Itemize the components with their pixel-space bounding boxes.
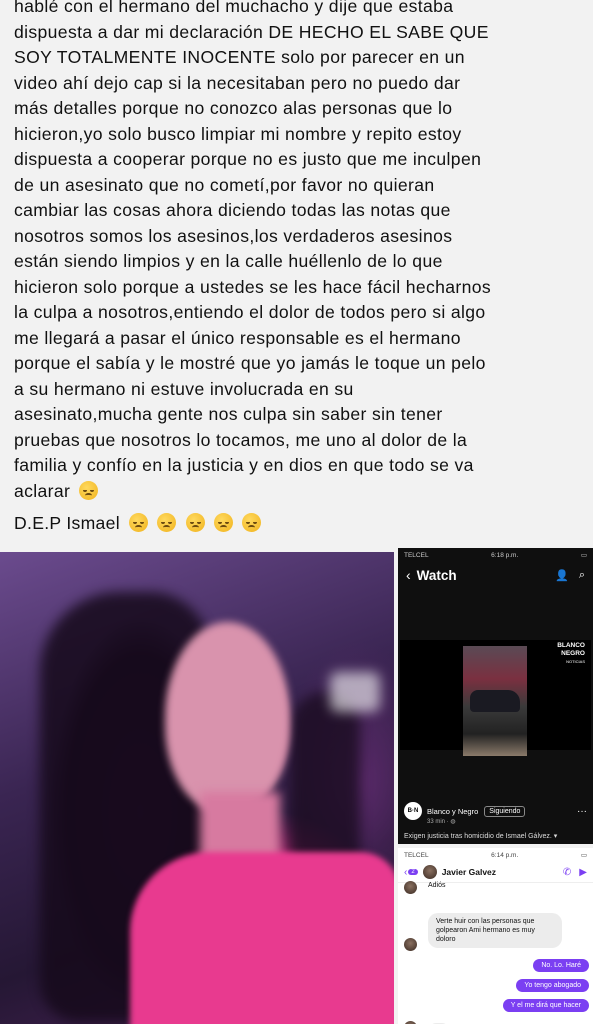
post-time: 33 min · ◍ bbox=[427, 819, 456, 825]
globe-icon: ◍ bbox=[450, 819, 456, 825]
portrait-photo[interactable] bbox=[0, 552, 394, 1024]
time-label: 6:14 p.m. bbox=[491, 851, 519, 859]
watch-screenshot[interactable]: TELCEL 6:18 p.m. ▭ ‹ Watch 👤 ⌕ BLANCO NE… bbox=[398, 548, 593, 844]
disappointed-face-icon bbox=[213, 513, 233, 532]
outgoing-message: Yo tengo abogado bbox=[516, 979, 589, 992]
avatar bbox=[404, 938, 417, 951]
post-line: pruebas que nosotros lo tocamos, me uno … bbox=[14, 429, 468, 450]
signature-line: D.E.P Ismael bbox=[14, 513, 261, 534]
post-line: familia y confío en la justicia y en dio… bbox=[14, 455, 474, 475]
back-arrow-icon[interactable]: ‹ bbox=[406, 567, 411, 583]
messenger-screenshot[interactable]: TELCEL 6:14 p.m. ▭ ‹ 2 Javier Galvez ✆ ▶… bbox=[398, 848, 593, 1024]
outgoing-message: Y el me dirá que hacer bbox=[502, 999, 589, 1012]
post-line: hicieron,yo solo busco limpiar mi nombre… bbox=[14, 123, 462, 144]
post-line: dispuesta a dar mi declaración DE HECHO … bbox=[14, 21, 489, 42]
post-line: más detalles porque no conozco alas pers… bbox=[14, 98, 453, 118]
disappointed-face-icon bbox=[157, 513, 177, 532]
video-call-icon[interactable]: ▶ bbox=[579, 867, 587, 878]
post-line: video ahí dejo cap si la necesitaban per… bbox=[14, 72, 461, 93]
post-text: hablé con el hermano del muchacho y dije… bbox=[14, 0, 589, 504]
avatar[interactable] bbox=[422, 865, 437, 879]
disappointed-face-icon bbox=[241, 513, 261, 532]
carrier-label: TELCEL bbox=[404, 551, 429, 559]
watch-header: ‹ Watch 👤 ⌕ bbox=[398, 562, 593, 588]
post-line: cambiar las cosas ahora diciendo todas l… bbox=[14, 200, 451, 220]
post-line: están siendo limpios y en la calle huéll… bbox=[14, 251, 443, 271]
disappointed-face-icon bbox=[129, 513, 149, 532]
post-line: porque el sabía y le mostré que yo jamás… bbox=[14, 353, 486, 373]
car-image bbox=[470, 690, 520, 712]
outgoing-message: No. Lo. Haré bbox=[533, 959, 589, 972]
battery-icon: ▭ bbox=[580, 852, 587, 859]
page-avatar[interactable]: B·N bbox=[404, 802, 422, 820]
post-line: de un asesinato que no cometí,por favor … bbox=[14, 174, 435, 195]
avatar bbox=[404, 881, 417, 894]
more-options-icon[interactable]: ··· bbox=[577, 806, 587, 817]
unread-badge: 2 bbox=[408, 869, 418, 875]
disappointed-face-icon bbox=[185, 513, 205, 532]
search-icon[interactable]: ⌕ bbox=[579, 569, 585, 582]
incoming-message: Adiós bbox=[428, 882, 446, 889]
status-bar: TELCEL 6:14 p.m. ▭ bbox=[398, 848, 593, 862]
signature-text: D.E.P Ismael bbox=[14, 513, 120, 533]
phone-icon[interactable]: ✆ bbox=[563, 867, 571, 878]
brand-watermark: BLANCO NEGRO NOTICIAS bbox=[557, 642, 585, 664]
post-line: hablé con el hermano del muchacho y dije… bbox=[14, 0, 454, 16]
chat-header: ‹ 2 Javier Galvez ✆ ▶ bbox=[398, 862, 593, 883]
page-name[interactable]: Blanco y Negro bbox=[427, 807, 478, 816]
post-line: a su hermano ni estuve involucrada en su bbox=[14, 378, 354, 399]
video-player[interactable]: BLANCO NEGRO NOTICIAS bbox=[400, 640, 591, 756]
carrier-label: TELCEL bbox=[404, 851, 429, 859]
video-headline: Exigen justicia tras homicidio de Ismael… bbox=[404, 833, 558, 840]
profile-icon[interactable]: 👤 bbox=[555, 569, 569, 582]
following-button[interactable]: Siguiendo bbox=[484, 805, 526, 817]
message-list: Adiós Verte huir con las personas que go… bbox=[398, 881, 593, 1024]
disappointed-face-icon bbox=[79, 480, 99, 500]
time-label: 6:18 p.m. bbox=[491, 551, 519, 559]
post-line: asesinato,mucha gente nos culpa sin sabe… bbox=[14, 404, 443, 424]
incoming-message: Verte huir con las personas que golpearo… bbox=[428, 913, 562, 948]
contact-name[interactable]: Javier Galvez bbox=[442, 867, 555, 877]
watch-title: Watch bbox=[416, 567, 457, 583]
post-line: me llegará a pasar el único responsable … bbox=[14, 327, 461, 348]
status-bar: TELCEL 6:18 p.m. ▭ bbox=[398, 548, 593, 562]
post-line: la culpa a nosotros,entiendo el dolor de… bbox=[14, 302, 486, 322]
post-line: SOY TOTALMENTE INOCENTE solo por parecer… bbox=[14, 47, 465, 67]
post-line: nosotros somos los asesinos,los verdader… bbox=[14, 225, 453, 246]
post-line: aclarar bbox=[14, 479, 589, 505]
back-arrow-icon[interactable]: ‹ bbox=[404, 867, 407, 878]
post-line: dispuesta a cooperar porque no es justo … bbox=[14, 149, 482, 169]
post-line: hicieron solo porque a ustedes se les ha… bbox=[14, 276, 492, 297]
battery-icon: ▭ bbox=[580, 552, 587, 559]
